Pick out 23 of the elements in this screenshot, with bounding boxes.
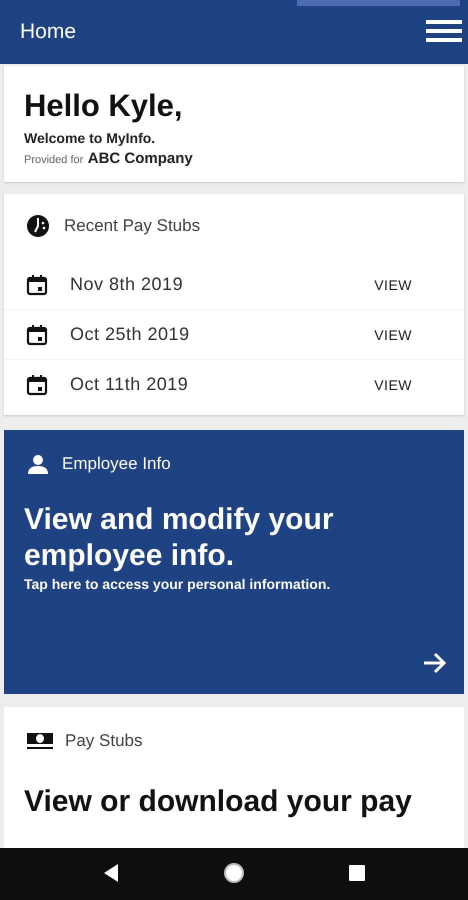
company-name: ABC Company xyxy=(88,150,193,167)
provided-label: Provided for xyxy=(24,154,84,166)
page-title: Home xyxy=(20,20,76,44)
section-title: Pay Stubs xyxy=(65,731,142,751)
clock-icon xyxy=(26,214,50,238)
pay-stub-date: Nov 8th 2019 xyxy=(70,274,184,295)
card-subtitle: Tap here to access your personal information. xyxy=(24,576,332,592)
calendar-icon xyxy=(26,374,48,396)
card-headline: View and modify your employee info. xyxy=(24,502,335,574)
greeting-title: Hello Kyle, xyxy=(24,88,184,124)
view-button[interactable]: VIEW xyxy=(366,320,420,348)
card-headline: View or download your pay xyxy=(24,785,412,818)
person-icon xyxy=(28,454,48,474)
calendar-icon xyxy=(26,324,48,346)
calendar-icon xyxy=(26,274,48,296)
view-button[interactable]: VIEW xyxy=(366,370,420,398)
pay-stub-date: Oct 11th 2019 xyxy=(70,374,190,395)
section-title: Recent Pay Stubs xyxy=(64,216,200,236)
money-icon xyxy=(27,731,53,751)
view-button[interactable]: VIEW xyxy=(366,270,420,298)
welcome-text: Welcome to MyInfo. xyxy=(24,130,156,146)
section-title: Employee Info xyxy=(62,454,171,474)
pay-stub-date: Oct 25th 2019 xyxy=(70,324,191,345)
